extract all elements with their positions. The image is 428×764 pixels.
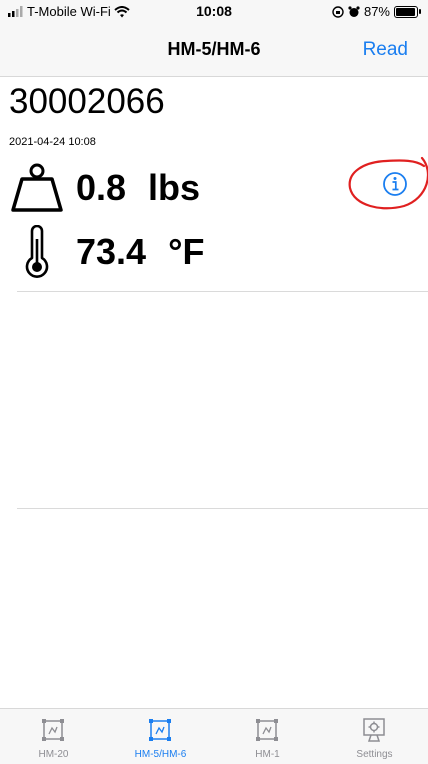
rotation-lock-icon bbox=[332, 5, 344, 18]
device-id: 30002066 bbox=[9, 82, 165, 121]
gear-icon bbox=[363, 718, 385, 742]
tab-label: HM-5/HM-6 bbox=[134, 749, 187, 760]
annotation-circle bbox=[348, 156, 428, 210]
device-grid-icon bbox=[42, 719, 64, 741]
temperature-value: 73.4 bbox=[76, 231, 147, 272]
tab-label: HM-1 bbox=[255, 749, 280, 760]
tab-hm-20[interactable]: HM-20 bbox=[0, 709, 107, 764]
battery-icon bbox=[394, 5, 421, 18]
weight-value: 0.8 bbox=[76, 167, 127, 208]
weight-unit: lbs bbox=[148, 167, 201, 208]
reading-timestamp: 2021-04-24 10:08 bbox=[9, 136, 96, 148]
weight-reading: 0.8 lbs bbox=[10, 163, 200, 213]
thermometer-icon bbox=[25, 225, 49, 278]
temperature-unit: °F bbox=[168, 231, 205, 272]
temperature-reading: 73.4 °F bbox=[10, 225, 204, 279]
battery-percent: 87% bbox=[363, 4, 390, 19]
navigation-bar: HM-5/HM-6 Read bbox=[0, 22, 428, 77]
weight-icon bbox=[11, 163, 63, 212]
tab-bar: HM-20 HM-5/HM-6 HM-1 Settings bbox=[0, 708, 428, 764]
tab-settings[interactable]: Settings bbox=[321, 709, 428, 764]
device-grid-icon bbox=[149, 719, 171, 741]
tab-hm-5-hm-6[interactable]: HM-5/HM-6 bbox=[107, 709, 214, 764]
tab-label: HM-20 bbox=[38, 749, 69, 760]
battery-fill bbox=[396, 7, 416, 16]
status-bar: T-Mobile Wi-Fi 10:08 87% bbox=[0, 0, 428, 22]
divider bbox=[17, 508, 428, 509]
tab-label: Settings bbox=[356, 749, 393, 760]
status-right: 87% bbox=[332, 4, 421, 19]
device-grid-icon bbox=[256, 719, 278, 741]
alarm-icon bbox=[348, 5, 360, 17]
tab-hm-1[interactable]: HM-1 bbox=[214, 709, 321, 764]
read-button[interactable]: Read bbox=[363, 39, 408, 61]
divider bbox=[17, 291, 428, 292]
